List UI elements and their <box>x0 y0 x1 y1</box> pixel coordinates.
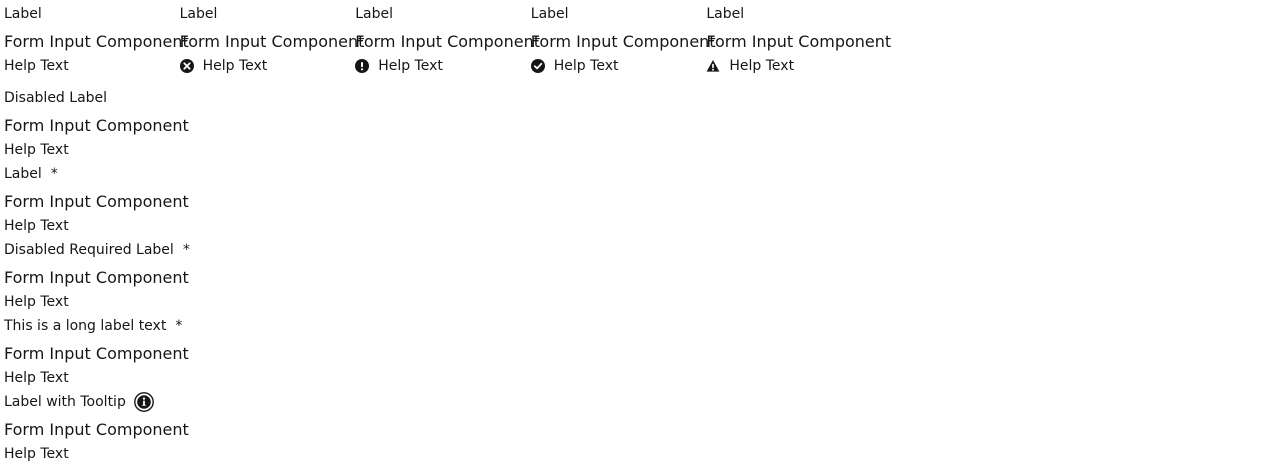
field-label-text: Label with Tooltip <box>4 394 126 410</box>
form-input[interactable]: Form Input Component <box>355 30 540 54</box>
status-variants-row: Label Form Input Component Help Text Lab… <box>4 0 891 76</box>
form-field-default: Label Form Input Component Help Text <box>4 0 189 76</box>
exclamation-circle-icon <box>355 59 370 73</box>
help-text: Help Text <box>4 292 190 312</box>
help-text: Help Text <box>4 140 189 160</box>
error-circle-icon <box>179 59 194 73</box>
field-label: Label <box>355 6 393 22</box>
help-text: Help Text <box>4 56 180 76</box>
form-input[interactable]: Form Input Component <box>4 190 189 214</box>
field-label: Label <box>4 6 42 22</box>
field-label: Label with Tooltip <box>4 392 189 412</box>
field-label: This is a long label text * <box>4 316 189 336</box>
form-input[interactable]: Form Input Component <box>4 30 189 54</box>
field-label: Label <box>179 6 218 22</box>
field-label-text: Disabled Required Label <box>4 242 174 258</box>
help-text-label: Help Text <box>553 58 619 74</box>
help-text-label: Help Text <box>4 294 69 310</box>
form-input[interactable]: Form Input Component <box>531 30 716 54</box>
help-text: Help Text <box>179 56 356 76</box>
help-text-label: Help Text <box>4 446 69 462</box>
help-text-label: Help Text <box>4 218 69 234</box>
field-label-text: Label <box>4 166 42 182</box>
form-field-disabled-required: Disabled Required Label * Form Input Com… <box>4 236 190 312</box>
help-text-label: Help Text <box>202 58 268 74</box>
field-label: Disabled Required Label * <box>4 240 190 260</box>
warning-triangle-icon <box>706 60 720 72</box>
help-text: Help Text <box>530 56 707 76</box>
info-circle-icon[interactable] <box>133 392 154 412</box>
help-text: Help Text <box>4 368 189 388</box>
field-label: Label <box>706 6 745 22</box>
field-label: Label <box>530 6 569 22</box>
form-field-alert: Label Form Input Component Help Text <box>355 0 540 76</box>
form-field-warning: Label Form Input Component Help Text <box>706 0 891 76</box>
field-label-text: This is a long label text <box>4 318 167 334</box>
help-text-label: Help Text <box>729 58 795 74</box>
form-input[interactable]: Form Input Component <box>706 30 891 54</box>
required-asterisk: * <box>175 318 183 334</box>
help-text: Help Text <box>355 56 531 76</box>
help-text-label: Help Text <box>4 142 69 158</box>
form-input: Form Input Component <box>4 116 189 135</box>
form-input[interactable]: Form Input Component <box>4 342 189 366</box>
help-text-label: Help Text <box>378 58 443 74</box>
check-circle-icon <box>530 59 545 73</box>
help-text-label: Help Text <box>4 370 69 386</box>
form-input[interactable]: Form Input Component <box>4 418 189 442</box>
form-field-error: Label Form Input Component Help Text <box>179 0 365 76</box>
help-text-label: Help Text <box>4 58 69 74</box>
form-input[interactable]: Form Input Component <box>180 30 365 54</box>
form-field-required: Label * Form Input Component Help Text <box>4 160 189 236</box>
field-label: Label * <box>4 164 189 184</box>
required-asterisk: * <box>50 166 58 182</box>
form-field-long-label: This is a long label text * Form Input C… <box>4 312 189 388</box>
form-input: Form Input Component <box>4 268 189 287</box>
form-field-success: Label Form Input Component Help Text <box>530 0 716 76</box>
form-field-tooltip: Label with Tooltip Form Input Component … <box>4 388 189 464</box>
required-asterisk: * <box>182 242 190 258</box>
form-field-disabled: Disabled Label Form Input Component Help… <box>4 84 189 160</box>
help-text: Help Text <box>4 216 189 236</box>
help-text: Help Text <box>4 444 189 464</box>
field-label: Disabled Label <box>4 90 108 106</box>
help-text: Help Text <box>706 56 882 76</box>
